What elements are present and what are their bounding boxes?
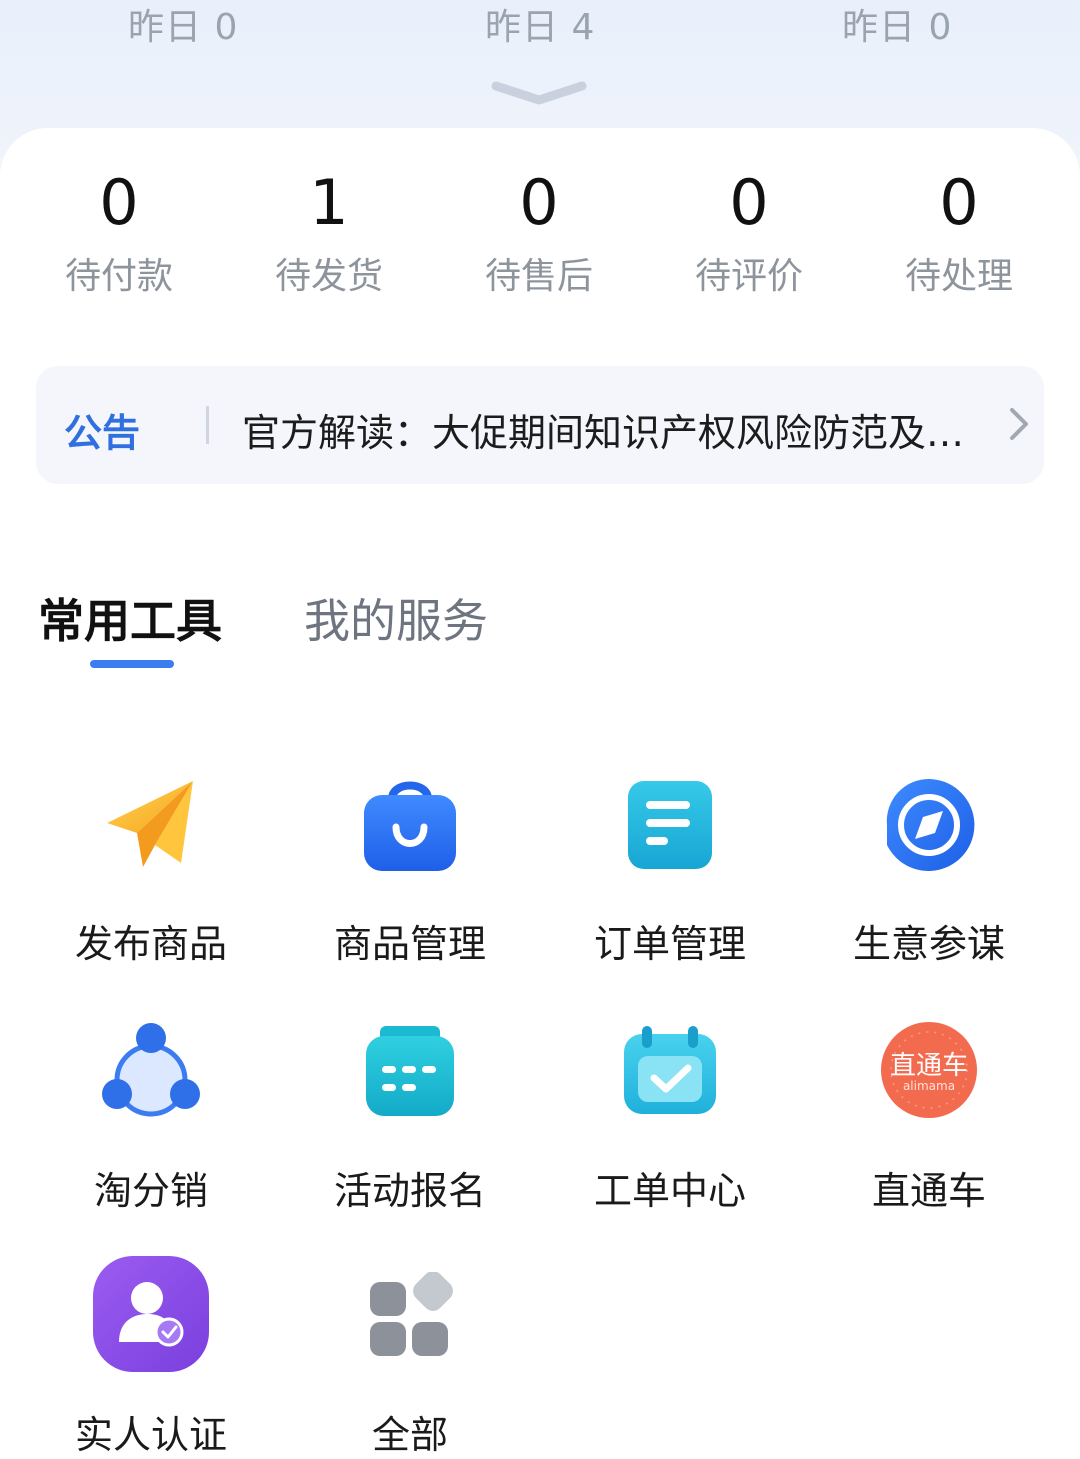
announcement-bar[interactable]: 公告 官方解读：大促期间知识产权风险防范及…: [36, 366, 1044, 484]
tool-label: 全部: [371, 1413, 448, 1457]
stat-pending-payment[interactable]: 0 待付款: [14, 165, 224, 299]
tool-product-management[interactable]: 商品管理: [280, 775, 540, 966]
stat-value: 0: [939, 166, 979, 239]
ztc-logo-icon: 直通车 alimama: [881, 1022, 977, 1118]
tool-ticket-center[interactable]: 工单中心: [540, 1022, 800, 1213]
calendar-check-icon: [624, 1026, 716, 1114]
user-verified-icon: [93, 1256, 209, 1372]
tool-activity-signup[interactable]: 活动报名: [280, 1022, 540, 1213]
all-apps-icon: [370, 1272, 453, 1356]
tool-identity-verification[interactable]: 实人认证: [21, 1256, 281, 1457]
collapse-chevron-icon[interactable]: [490, 78, 588, 108]
yesterday-stat-3: 昨日 0: [842, 7, 953, 48]
stat-value: 0: [99, 166, 139, 239]
document-list-icon: [628, 781, 712, 869]
stat-label: 待处理: [904, 256, 1013, 297]
stat-label: 待发货: [274, 256, 383, 297]
tab-common-tools[interactable]: 常用工具: [38, 585, 222, 651]
tool-business-advisor[interactable]: 生意参谋: [799, 775, 1059, 966]
yesterday-stats: 昨日 0 昨日 4 昨日 0: [0, 0, 1080, 60]
stat-value: 0: [729, 166, 769, 239]
shopping-bag-icon: [364, 781, 456, 871]
tool-all[interactable]: 全部: [280, 1256, 540, 1457]
announcement-tag: 公告: [64, 411, 141, 455]
tool-taobao-distribution[interactable]: 淘分销: [21, 1022, 281, 1213]
tool-label: 直通车: [871, 1169, 986, 1213]
chevron-right-icon: [1010, 408, 1028, 440]
calendar-grid-icon: [366, 1026, 454, 1116]
stat-value: 0: [519, 166, 559, 239]
announcement-text: 官方解读：大促期间知识产权风险防范及…: [242, 411, 965, 455]
ztc-logo-text: 直通车: [890, 1051, 968, 1081]
tool-publish-product[interactable]: 发布商品: [21, 775, 281, 966]
tool-label: 发布商品: [74, 922, 227, 966]
tool-label: 订单管理: [593, 922, 746, 966]
stat-pending-shipment[interactable]: 1 待发货: [224, 165, 434, 299]
stat-pending-process[interactable]: 0 待处理: [854, 165, 1064, 299]
tool-label: 生意参谋: [852, 922, 1005, 966]
stat-label: 待评价: [694, 256, 803, 297]
paper-plane-icon: [107, 781, 193, 867]
tool-label: 工单中心: [593, 1169, 746, 1213]
compass-icon: [886, 778, 975, 871]
yesterday-stat-2: 昨日 4: [485, 7, 596, 48]
yesterday-stat-1: 昨日 0: [128, 7, 239, 48]
ztc-logo-subtext: alimama: [903, 1079, 955, 1093]
announcement-divider: [206, 406, 209, 444]
share-network-icon: [102, 1023, 200, 1117]
tool-order-management[interactable]: 订单管理: [540, 775, 800, 966]
stat-after-sales[interactable]: 0 待售后: [434, 165, 644, 299]
tool-label: 淘分销: [93, 1169, 208, 1213]
tool-label: 商品管理: [333, 922, 486, 966]
stat-label: 待付款: [64, 256, 173, 297]
stat-value: 1: [309, 166, 349, 239]
tab-my-services[interactable]: 我的服务: [304, 585, 488, 651]
tool-label: 实人认证: [74, 1413, 227, 1457]
stat-pending-review[interactable]: 0 待评价: [644, 165, 854, 299]
stat-label: 待售后: [484, 256, 593, 297]
tool-label: 活动报名: [333, 1169, 486, 1213]
tab-active-indicator: [90, 660, 174, 668]
tool-ztc[interactable]: 直通车 alimama 直通车: [799, 1022, 1059, 1213]
